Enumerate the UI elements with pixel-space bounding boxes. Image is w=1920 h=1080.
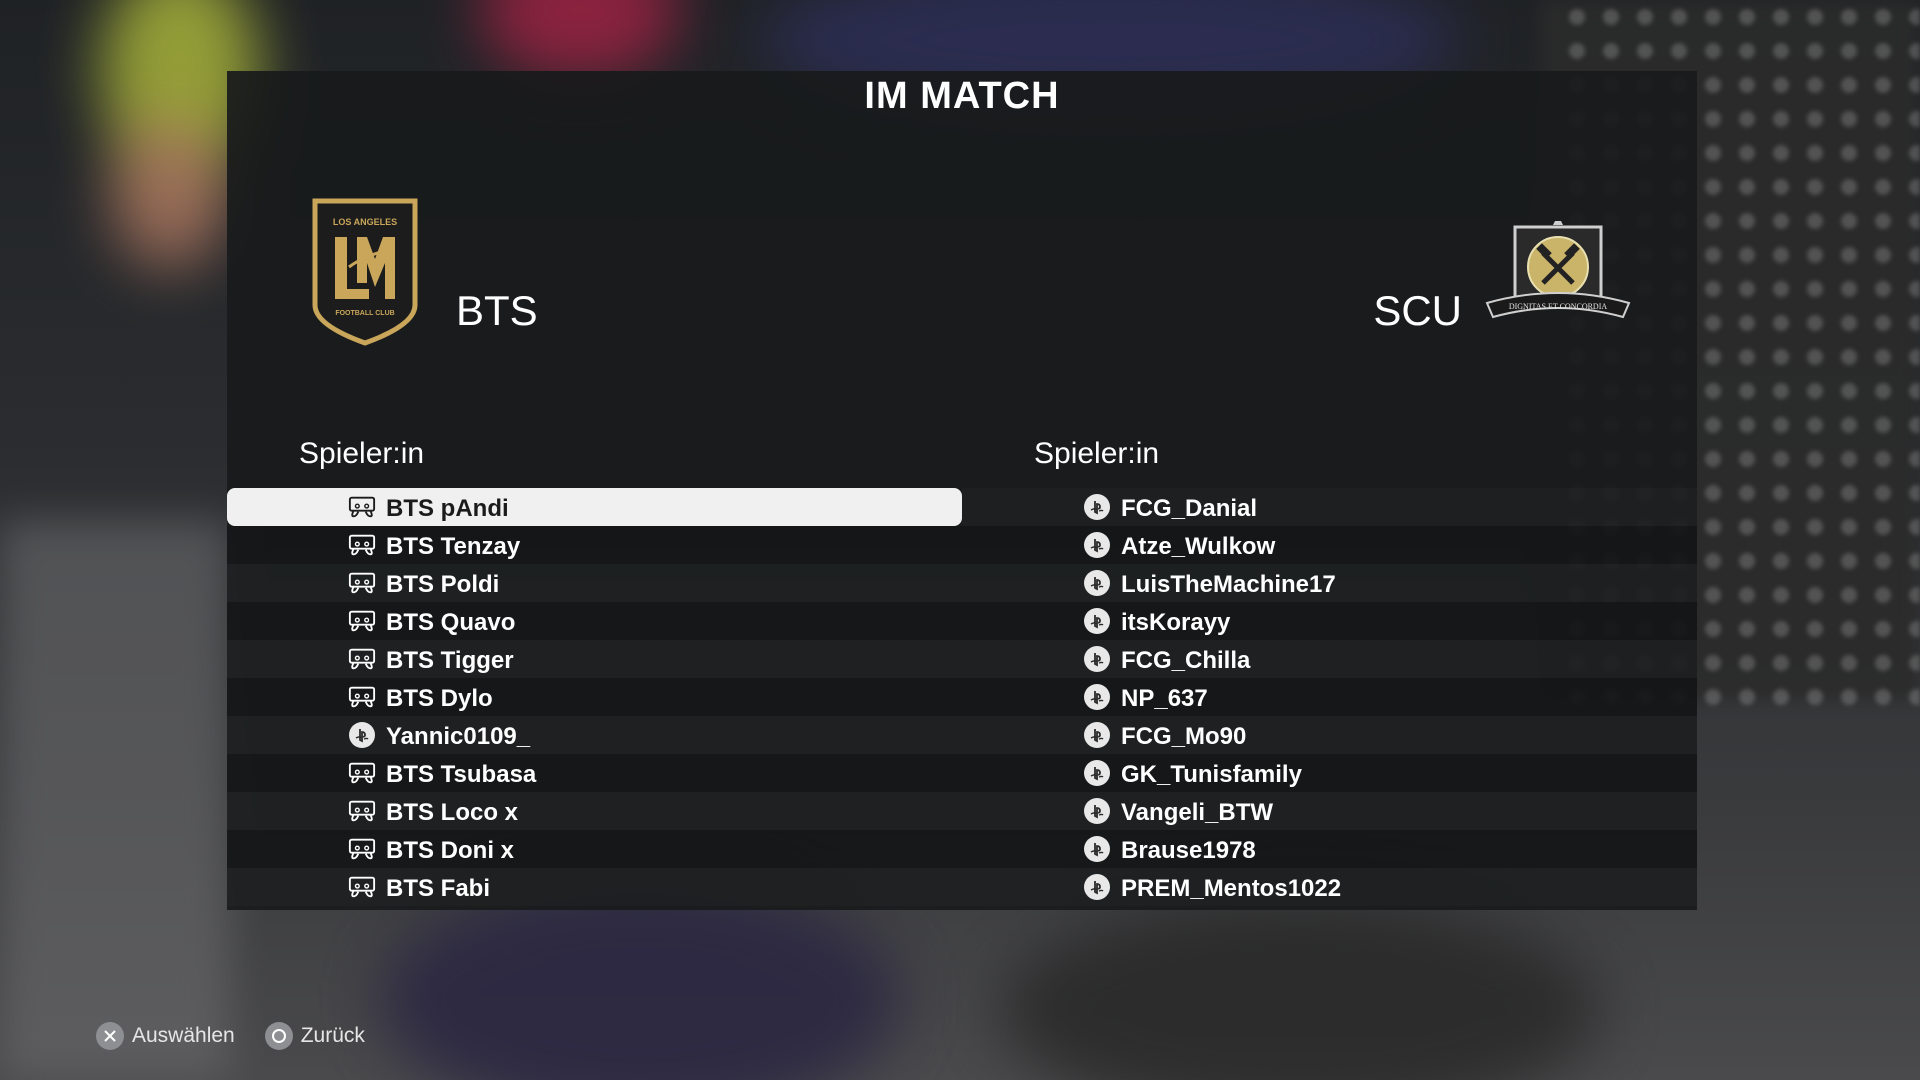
- playstation-icon: [1083, 798, 1111, 824]
- player-name: Atze_Wulkow: [1121, 533, 1276, 560]
- player-row[interactable]: GK_Tunisfamily: [962, 754, 1697, 792]
- cross-button-icon: [96, 1022, 124, 1050]
- controller-icon: [348, 798, 376, 824]
- player-row[interactable]: Yannic0109_: [227, 716, 962, 754]
- player-name: Yannic0109_: [386, 723, 531, 750]
- player-row[interactable]: BTS pAndi: [227, 488, 962, 526]
- crest-text-bottom: FOOTBALL CLUB: [335, 310, 394, 317]
- playstation-icon: [1083, 532, 1111, 558]
- player-row[interactable]: Brause1978: [962, 830, 1697, 868]
- player-name: BTS pAndi: [386, 495, 509, 522]
- player-name: BTS Poldi: [386, 571, 500, 598]
- controller-icon: [348, 570, 376, 596]
- controller-icon: [348, 608, 376, 634]
- controller-icon: [348, 760, 376, 786]
- playstation-icon: [1083, 494, 1111, 520]
- controller-icon: [348, 684, 376, 710]
- circle-button-icon: [264, 1022, 293, 1050]
- player-row[interactable]: FCG_Mo90: [962, 716, 1697, 754]
- player-row[interactable]: BTS Fabi: [227, 868, 962, 906]
- player-row[interactable]: BTS Tenzay: [227, 526, 962, 564]
- player-name: BTS Tsubasa: [386, 761, 537, 788]
- player-name: FCG_Mo90: [1121, 723, 1247, 750]
- player-name: FCG_Danial: [1121, 495, 1258, 522]
- playstation-icon: [1083, 684, 1111, 710]
- player-name: BTS Doni x: [386, 837, 515, 864]
- player-name: BTS Loco x: [386, 799, 519, 826]
- player-row[interactable]: itsKorayy: [962, 602, 1697, 640]
- player-row[interactable]: BTS Poldi: [227, 564, 962, 602]
- player-row[interactable]: BTS Tigger: [227, 640, 962, 678]
- team-name-left: BTS: [456, 287, 538, 334]
- player-row[interactable]: FCG_Chilla: [962, 640, 1697, 678]
- player-row[interactable]: LuisTheMachine17: [962, 564, 1697, 602]
- player-name: Brause1978: [1121, 837, 1256, 864]
- player-name: BTS Fabi: [386, 875, 491, 902]
- player-name: FCG_Chilla: [1121, 647, 1251, 674]
- player-row[interactable]: BTS Loco x: [227, 792, 962, 830]
- playstation-icon: [1083, 646, 1111, 672]
- lineup-panel: IM MATCH LOS ANGELES FOOTBALL CLUB BTS S…: [227, 71, 1697, 910]
- playstation-icon: [1083, 722, 1111, 748]
- controller-icon: [348, 874, 376, 900]
- playstation-icon: [1083, 874, 1111, 900]
- lafc-crest-icon: LOS ANGELES FOOTBALL CLUB: [309, 197, 421, 347]
- player-name: PREM_Mentos1022: [1121, 875, 1342, 902]
- controller-icon: [348, 532, 376, 558]
- controller-icon: [348, 494, 376, 520]
- player-row[interactable]: Atze_Wulkow: [962, 526, 1697, 564]
- controller-icon: [348, 836, 376, 862]
- player-name: BTS Tenzay: [386, 533, 521, 560]
- player-row[interactable]: NP_637: [962, 678, 1697, 716]
- player-row[interactable]: BTS Tsubasa: [227, 754, 962, 792]
- player-row[interactable]: PREM_Mentos1022: [962, 868, 1697, 906]
- crest-text-top: LOS ANGELES: [333, 217, 397, 227]
- player-row[interactable]: BTS Quavo: [227, 602, 962, 640]
- player-name: NP_637: [1121, 685, 1208, 712]
- playstation-icon: [1083, 570, 1111, 596]
- player-name: BTS Tigger: [386, 647, 514, 674]
- team-name-right: SCU: [1373, 287, 1462, 334]
- player-row[interactable]: BTS Dylo: [227, 678, 962, 716]
- player-row[interactable]: Vangeli_BTW: [962, 792, 1697, 830]
- playstation-icon: [1083, 760, 1111, 786]
- back-button[interactable]: Zurück: [264, 1022, 365, 1050]
- playstation-icon: [1083, 836, 1111, 862]
- player-row[interactable]: FCG_Danial: [962, 488, 1697, 526]
- crest-motto: DIGNITAS ET CONCORDIA: [1509, 302, 1608, 311]
- back-label: Zurück: [300, 1024, 365, 1047]
- player-name: itsKorayy: [1121, 609, 1231, 636]
- select-button[interactable]: Auswählen: [96, 1022, 235, 1050]
- select-label: Auswählen: [132, 1024, 235, 1047]
- page-title: IM MATCH: [864, 75, 1060, 117]
- player-list-left: BTS pAndi BTS Tenzay BTS Poldi BTS Quavo BTS…: [227, 488, 962, 906]
- playstation-icon: [348, 722, 376, 748]
- controller-icon: [348, 646, 376, 672]
- column-header-left: Spieler:in: [299, 437, 425, 470]
- hammer-crest-icon: DIGNITAS ET CONCORDIA: [1483, 215, 1633, 329]
- playstation-icon: [1083, 608, 1111, 634]
- player-list-right: FCG_Danial Atze_Wulkow LuisTheMachine17 its…: [962, 488, 1697, 906]
- player-name: BTS Dylo: [386, 685, 493, 712]
- player-name: BTS Quavo: [386, 609, 516, 636]
- player-row[interactable]: BTS Doni x: [227, 830, 962, 868]
- column-header-right: Spieler:in: [1034, 437, 1160, 470]
- player-name: LuisTheMachine17: [1121, 571, 1336, 598]
- button-prompts: Auswählen Zurück: [96, 1022, 365, 1050]
- player-name: Vangeli_BTW: [1121, 799, 1274, 826]
- player-name: GK_Tunisfamily: [1121, 761, 1302, 788]
